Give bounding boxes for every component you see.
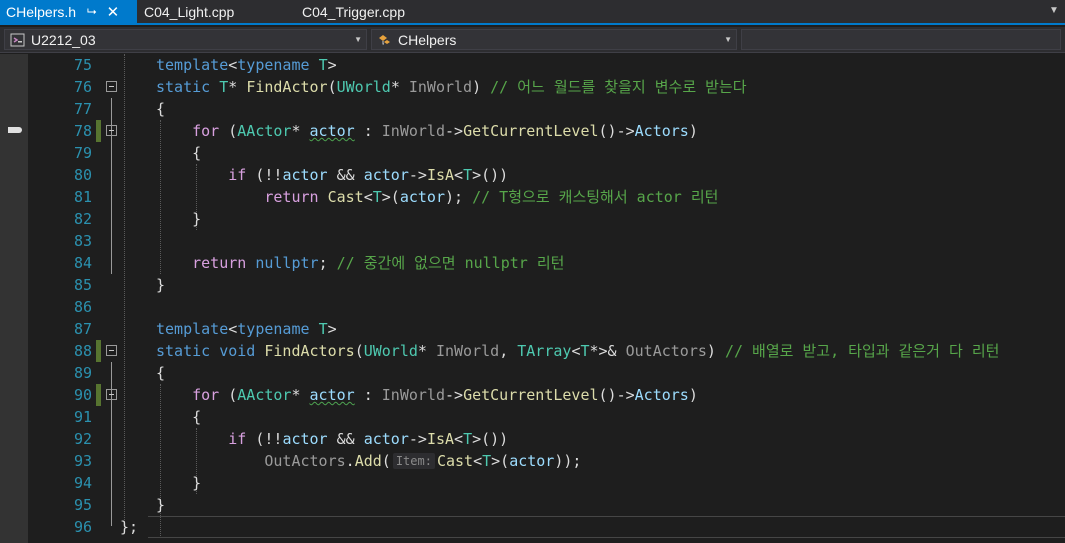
- navigation-bar: U2212_03 ▼ CHelpers ▼: [0, 27, 1065, 53]
- project-icon: [9, 32, 27, 48]
- line-number: 95: [73, 496, 92, 514]
- code-line[interactable]: 94 }: [28, 472, 1065, 494]
- code-line[interactable]: 77 {: [28, 98, 1065, 120]
- line-number: 84: [73, 254, 92, 272]
- tab-label: C04_Light.cpp: [144, 3, 235, 20]
- code-line[interactable]: 75 template<typename T>: [28, 54, 1065, 76]
- tab-c04-light-cpp[interactable]: C04_Light.cpp: [144, 0, 234, 23]
- code-line[interactable]: 87 template<typename T>: [28, 318, 1065, 340]
- change-indicator: [96, 120, 101, 142]
- code-line[interactable]: 83: [28, 230, 1065, 252]
- line-number: 90: [73, 386, 92, 404]
- tab-chelpers-h[interactable]: CHelpers.h ⮡ ✕: [0, 0, 137, 23]
- code-line[interactable]: 89 {: [28, 362, 1065, 384]
- line-number: 77: [73, 100, 92, 118]
- line-number: 89: [73, 364, 92, 382]
- line-number: 96: [73, 518, 92, 536]
- code-line[interactable]: 92 if (!!actor && actor->IsA<T>()): [28, 428, 1065, 450]
- line-number: 76: [73, 78, 92, 96]
- line-number: 82: [73, 210, 92, 228]
- code-line[interactable]: 76 static T* FindActor(UWorld* InWorld) …: [28, 76, 1065, 98]
- line-number: 94: [73, 474, 92, 492]
- class-icon: [376, 32, 394, 48]
- tab-label: C04_Trigger.cpp: [302, 3, 405, 20]
- change-indicator: [96, 340, 101, 362]
- code-line[interactable]: 82 }: [28, 208, 1065, 230]
- code-line[interactable]: 86: [28, 296, 1065, 318]
- collapse-icon[interactable]: [106, 81, 117, 92]
- code-line[interactable]: 88 static void FindActors(UWorld* InWorl…: [28, 340, 1065, 362]
- code-line[interactable]: 81 return Cast<T>(actor); // T형으로 캐스팅해서 …: [28, 186, 1065, 208]
- collapse-icon[interactable]: [106, 389, 117, 400]
- line-number: 85: [73, 276, 92, 294]
- line-number: 86: [73, 298, 92, 316]
- code-line[interactable]: 91 {: [28, 406, 1065, 428]
- line-number: 88: [73, 342, 92, 360]
- current-line-highlight: [148, 516, 1065, 538]
- code-line[interactable]: 95 }: [28, 494, 1065, 516]
- line-number: 75: [73, 56, 92, 74]
- scope-dropdown[interactable]: CHelpers ▼: [371, 29, 737, 50]
- code-line[interactable]: 93 OutActors.Add(Item: Cast<T>(actor));: [28, 450, 1065, 472]
- project-dropdown[interactable]: U2212_03 ▼: [4, 29, 367, 50]
- code-comment: // 중간에 없으면 nullptr 리턴: [336, 254, 565, 272]
- close-icon[interactable]: ✕: [107, 3, 120, 21]
- collapse-icon[interactable]: [106, 345, 117, 356]
- line-number: 79: [73, 144, 92, 162]
- member-dropdown[interactable]: [741, 29, 1061, 50]
- code-comment: // 어느 월드를 찾을지 변수로 받는다: [490, 78, 747, 96]
- code-line[interactable]: 80 if (!!actor && actor->IsA<T>()): [28, 164, 1065, 186]
- code-line[interactable]: 84 return nullptr; // 중간에 없으면 nullptr 리턴: [28, 252, 1065, 274]
- code-line[interactable]: 90 for (AActor* actor : InWorld->GetCurr…: [28, 384, 1065, 406]
- document-tab-strip: CHelpers.h ⮡ ✕ C04_Light.cpp C04_Trigger…: [0, 0, 1065, 25]
- code-line[interactable]: 79 {: [28, 142, 1065, 164]
- tab-label: CHelpers.h: [6, 3, 77, 20]
- code-comment: // T형으로 캐스팅해서 actor 리턴: [472, 188, 719, 206]
- line-number: 87: [73, 320, 92, 338]
- line-number: 91: [73, 408, 92, 426]
- parameter-name-hint: Item:: [392, 453, 435, 469]
- line-number: 80: [73, 166, 92, 184]
- code-editor[interactable]: 75 template<typename T> 76 static T* Fin…: [0, 54, 1065, 543]
- project-name: U2212_03: [31, 31, 96, 48]
- scope-name: CHelpers: [398, 31, 457, 48]
- code-comment: // 배열로 받고, 타입과 같은거 다 리턴: [724, 342, 1000, 360]
- code-line[interactable]: 85 }: [28, 274, 1065, 296]
- change-indicator: [96, 384, 101, 406]
- current-statement-marker: [8, 127, 22, 133]
- line-number: 83: [73, 232, 92, 250]
- collapse-icon[interactable]: [106, 125, 117, 136]
- tab-overflow-dropdown-icon[interactable]: ▼: [1047, 3, 1061, 19]
- line-number: 78: [73, 122, 92, 140]
- chevron-down-icon[interactable]: ▼: [354, 30, 362, 49]
- code-line[interactable]: 78 for (AActor* actor : InWorld->GetCurr…: [28, 120, 1065, 142]
- line-number: 81: [73, 188, 92, 206]
- code-line-current[interactable]: 96 };: [28, 516, 1065, 538]
- line-number: 92: [73, 430, 92, 448]
- chevron-down-icon[interactable]: ▼: [724, 30, 732, 49]
- line-number: 93: [73, 452, 92, 470]
- tab-c04-trigger-cpp[interactable]: C04_Trigger.cpp: [302, 0, 405, 23]
- pin-icon[interactable]: ⮡: [87, 4, 97, 19]
